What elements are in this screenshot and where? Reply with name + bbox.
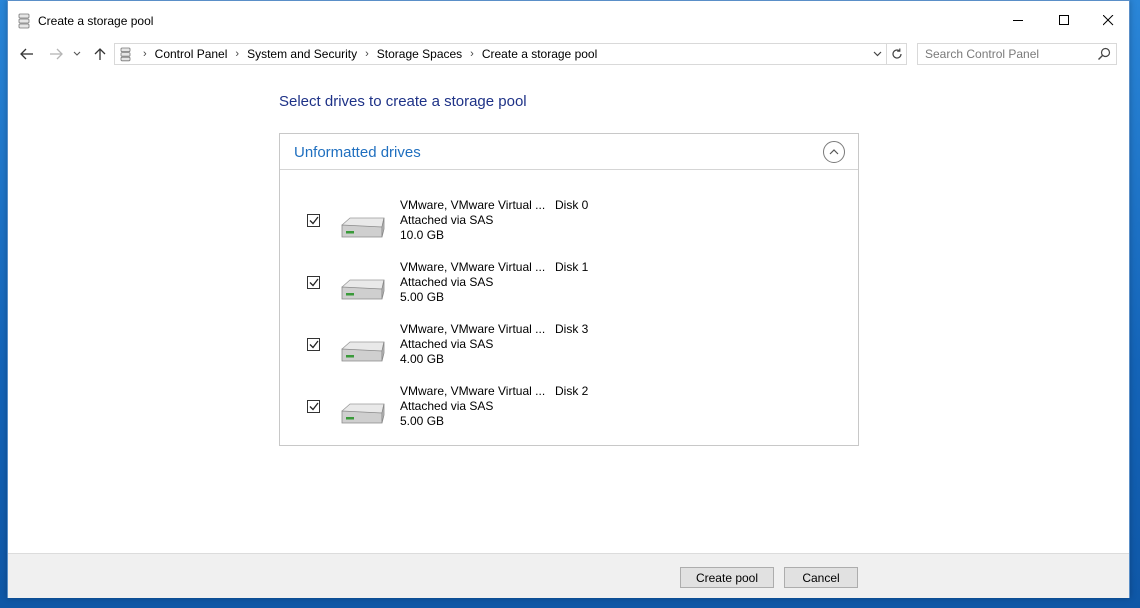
drive-connection: Attached via SAS <box>400 399 494 413</box>
chevron-down-icon <box>873 51 881 57</box>
navigation-bar: › Control Panel › System and Security › … <box>8 39 1129 71</box>
page-title: Select drives to create a storage pool <box>279 93 527 110</box>
drive-connection: Attached via SAS <box>400 213 494 227</box>
drive-name: VMware, VMware Virtual ... <box>400 260 546 274</box>
storage-spaces-icon <box>120 47 131 62</box>
drive-checkbox[interactable] <box>307 276 320 289</box>
hard-drive-icon <box>341 341 385 362</box>
drive-disk-number: Disk 3 <box>555 322 589 336</box>
back-button[interactable] <box>16 43 38 65</box>
drive-checkbox[interactable] <box>307 400 320 413</box>
drive-connection: Attached via SAS <box>400 275 494 289</box>
hard-drive-icon <box>341 217 385 238</box>
hard-drive-icon <box>341 403 385 424</box>
search-icon[interactable] <box>1097 47 1111 61</box>
drive-item: VMware, VMware Virtual ... Disk 2 Attach… <box>280 384 858 434</box>
window-title: Create a storage pool <box>38 14 154 28</box>
drive-name: VMware, VMware Virtual ... <box>400 198 546 212</box>
section-title: Unformatted drives <box>294 144 421 161</box>
breadcrumb-storage-spaces[interactable]: Storage Spaces <box>377 47 462 61</box>
checkmark-icon <box>309 278 319 287</box>
storage-pool-window: Create a storage pool › Control Panel › … <box>7 0 1130 598</box>
drive-name: VMware, VMware Virtual ... <box>400 384 546 398</box>
drive-disk-number: Disk 2 <box>555 384 589 398</box>
drive-size: 4.00 GB <box>400 352 445 366</box>
drive-item: VMware, VMware Virtual ... Disk 0 Attach… <box>280 198 858 248</box>
unformatted-drives-panel: Unformatted drives VMware, VMware Virtua… <box>279 133 859 446</box>
drive-item: VMware, VMware Virtual ... Disk 1 Attach… <box>280 260 858 310</box>
chevron-down-icon <box>73 51 81 56</box>
close-button[interactable] <box>1085 1 1131 39</box>
address-dropdown-button[interactable] <box>868 44 886 64</box>
up-arrow-icon <box>94 48 106 60</box>
breadcrumb: › Control Panel › System and Security › … <box>135 44 597 64</box>
maximize-icon <box>1058 14 1069 25</box>
maximize-button[interactable] <box>1041 1 1087 39</box>
title-bar: Create a storage pool <box>8 1 1129 39</box>
forward-button[interactable] <box>45 43 67 65</box>
refresh-icon <box>891 48 902 59</box>
breadcrumb-system-and-security[interactable]: System and Security <box>247 47 357 61</box>
drive-disk-number: Disk 0 <box>555 198 589 212</box>
breadcrumb-separator: › <box>470 48 474 60</box>
storage-spaces-icon <box>18 13 30 29</box>
drive-checkbox[interactable] <box>307 338 320 351</box>
minimize-icon <box>1012 19 1023 21</box>
minimize-button[interactable] <box>995 1 1041 39</box>
forward-arrow-icon <box>50 48 63 60</box>
drive-size: 10.0 GB <box>400 228 445 242</box>
drive-checkbox[interactable] <box>307 214 320 227</box>
chevron-up-icon <box>829 149 839 155</box>
breadcrumb-control-panel[interactable]: Control Panel <box>155 47 228 61</box>
panel-header: Unformatted drives <box>280 134 858 170</box>
drive-disk-number: Disk 1 <box>555 260 589 274</box>
breadcrumb-separator: › <box>365 48 369 60</box>
search-input[interactable] <box>925 46 1090 62</box>
hard-drive-icon <box>341 279 385 300</box>
breadcrumb-separator: › <box>143 48 147 60</box>
checkmark-icon <box>309 402 319 411</box>
dialog-footer: Create pool Cancel <box>8 553 1129 598</box>
refresh-button[interactable] <box>887 43 907 65</box>
drive-connection: Attached via SAS <box>400 337 494 351</box>
search-box <box>917 43 1117 65</box>
address-bar[interactable]: › Control Panel › System and Security › … <box>114 43 887 65</box>
collapse-button[interactable] <box>823 141 845 163</box>
drive-size: 5.00 GB <box>400 414 445 428</box>
checkmark-icon <box>309 340 319 349</box>
checkmark-icon <box>309 216 319 225</box>
close-icon <box>1102 14 1113 25</box>
drive-name: VMware, VMware Virtual ... <box>400 322 546 336</box>
recent-locations-button[interactable] <box>70 43 84 65</box>
up-button[interactable] <box>89 43 111 65</box>
main-content: Select drives to create a storage pool U… <box>8 71 1129 553</box>
create-pool-button[interactable]: Create pool <box>680 567 774 588</box>
breadcrumb-separator: › <box>235 48 240 60</box>
back-arrow-icon <box>20 48 33 60</box>
cancel-button[interactable]: Cancel <box>784 567 858 588</box>
drive-size: 5.00 GB <box>400 290 445 304</box>
drive-item: VMware, VMware Virtual ... Disk 3 Attach… <box>280 322 858 372</box>
breadcrumb-create-storage-pool[interactable]: Create a storage pool <box>482 47 597 61</box>
